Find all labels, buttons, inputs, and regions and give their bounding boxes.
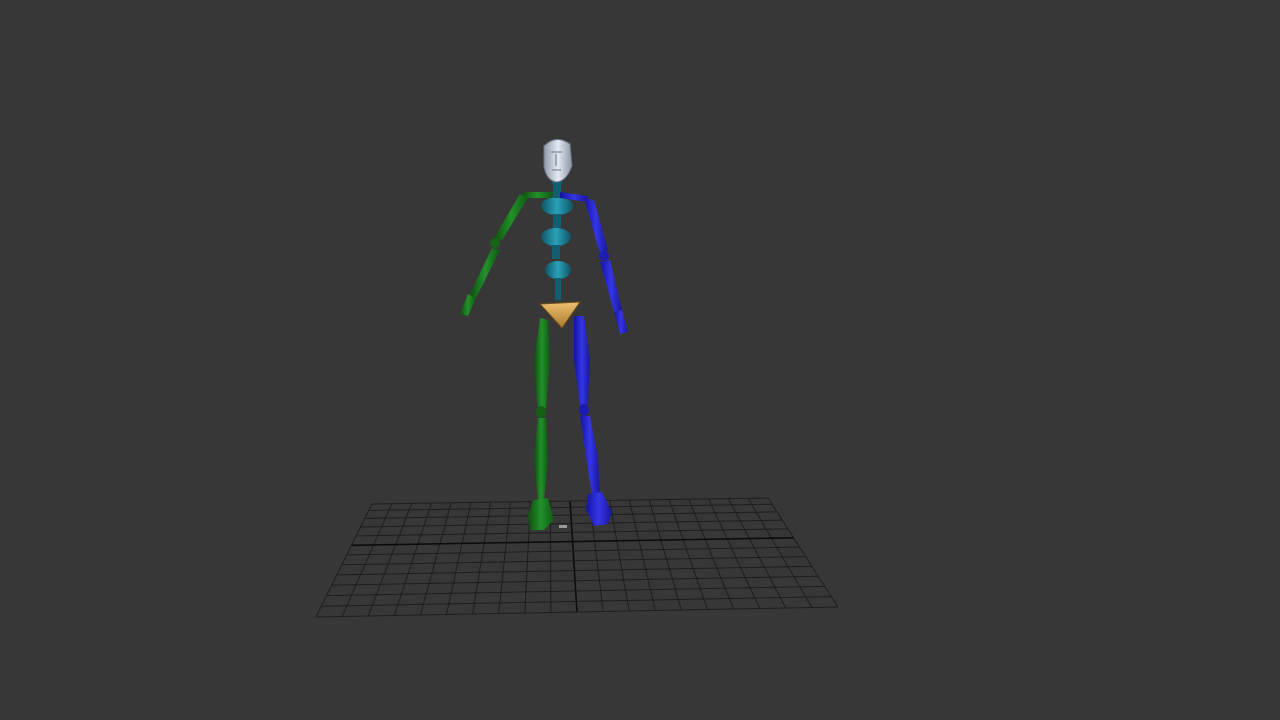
origin-marker [559, 525, 567, 528]
grid-line [341, 503, 393, 617]
ground-grid [315, 497, 839, 618]
right-leg[interactable] [574, 316, 612, 526]
grid-line [472, 502, 492, 615]
grid-line [393, 502, 432, 616]
grid-line [767, 497, 839, 608]
grid-line [668, 499, 708, 610]
biped-figure[interactable] [460, 139, 628, 530]
grid-line [498, 501, 512, 614]
viewport-canvas[interactable] [0, 0, 1280, 720]
3d-viewport[interactable] [0, 0, 1280, 720]
grid-line [419, 502, 452, 616]
left-leg[interactable] [528, 318, 554, 530]
head[interactable] [543, 139, 573, 183]
grid-line [688, 499, 735, 610]
left-arm[interactable] [460, 194, 528, 316]
right-arm[interactable] [584, 198, 628, 334]
grid-line [727, 498, 787, 609]
grid-line [609, 500, 630, 612]
grid-line [628, 499, 656, 611]
grid-line [648, 499, 682, 611]
grid-line [569, 500, 578, 613]
grid-line [708, 498, 761, 609]
left-clavicle[interactable] [522, 192, 553, 198]
grid-line [315, 503, 373, 618]
grid-line [446, 502, 472, 615]
grid-line [747, 498, 813, 608]
grid-line [367, 503, 413, 617]
